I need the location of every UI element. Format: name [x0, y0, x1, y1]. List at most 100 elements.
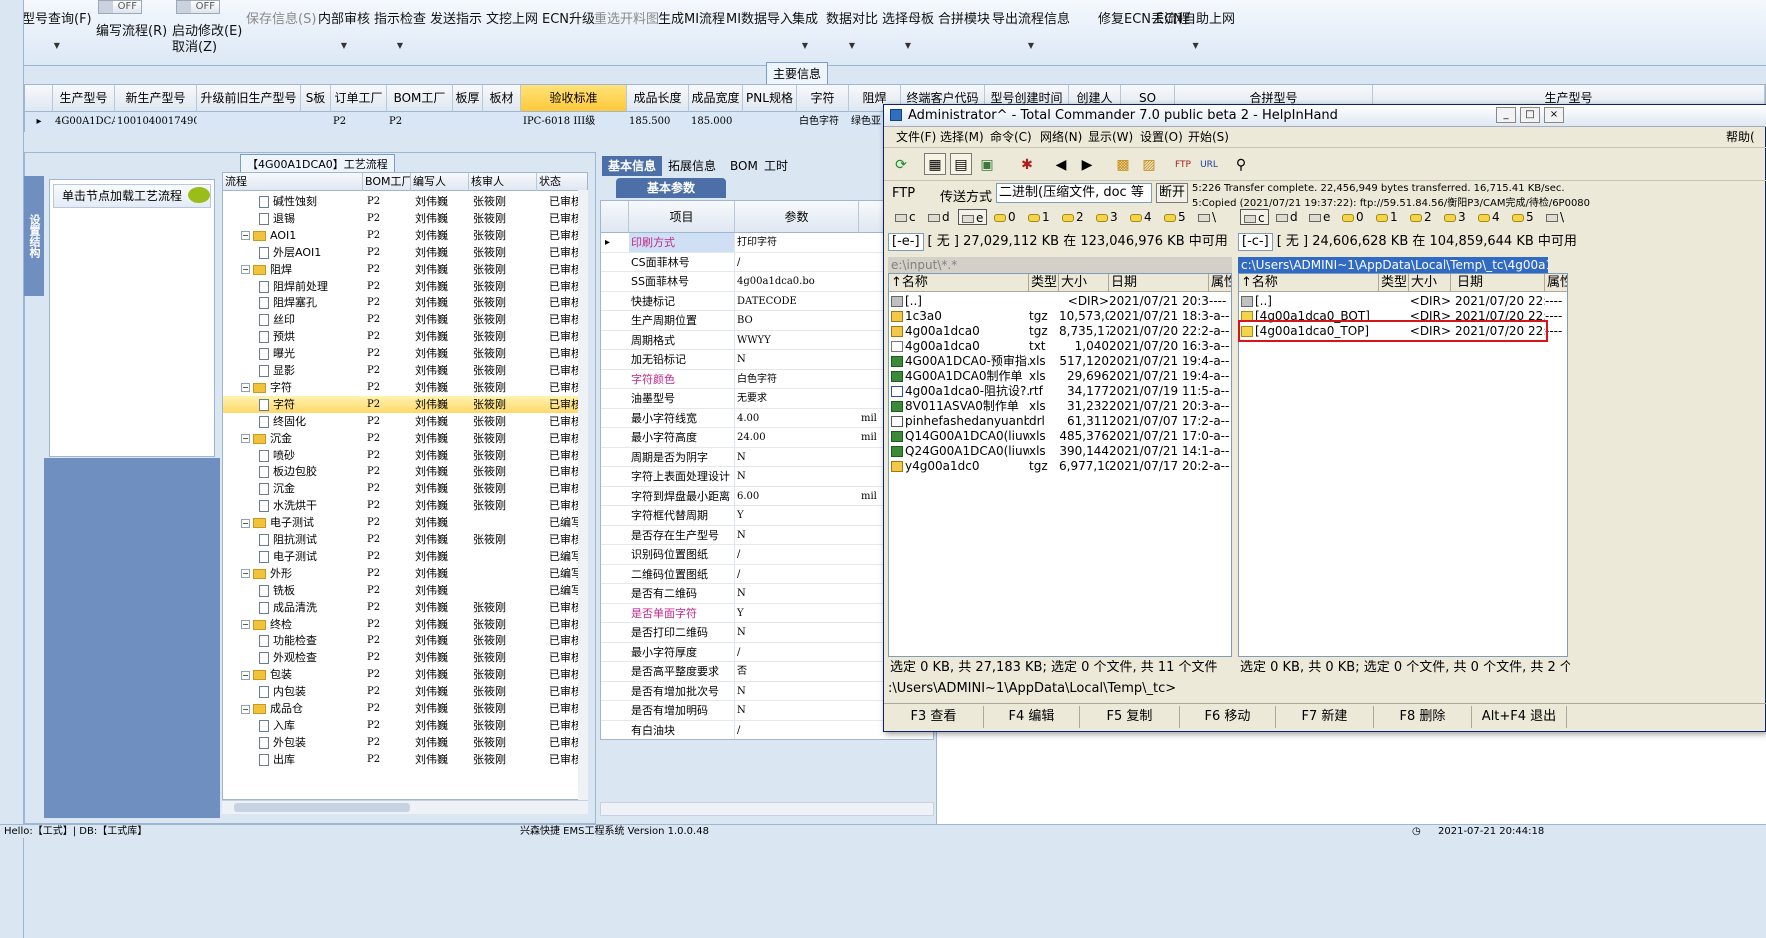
collapse-toggle-icon[interactable]: − [241, 620, 250, 629]
tree-row[interactable]: 水洗烘干 P2 刘伟巍 张筱刚 已审核 [223, 497, 587, 514]
param-value[interactable]: 打印字符 [735, 233, 859, 252]
minimize-button[interactable]: _ [1496, 107, 1516, 123]
disconnect-button[interactable]: 断开 [1156, 183, 1188, 203]
file-row[interactable]: pinhefashedanyuanba..drl 61,3112021/07/07… [889, 414, 1231, 429]
menu-help[interactable]: 帮助( [1726, 127, 1755, 147]
tree-row[interactable]: 成品清洗 P2 刘伟巍 张筱刚 已审核 [223, 599, 587, 616]
file-row[interactable]: [..] <DIR> 2021/07/21 20:32 ---- [889, 294, 1231, 309]
column-header[interactable]: 生产型号 [53, 85, 115, 112]
param-value[interactable]: / [735, 565, 859, 584]
tree-row[interactable]: 碱性蚀刻 P2 刘伟巍 张筱刚 已审核 [223, 193, 587, 210]
chat-bubble-icon[interactable] [188, 187, 210, 203]
tree-node[interactable]: 出库 [259, 751, 363, 768]
command-line[interactable]: :\Users\ADMINI~1\AppData\Local\Temp\_tc> [888, 679, 1763, 699]
param-value[interactable]: N [735, 526, 859, 545]
file-row[interactable]: 4g00a1dca0 tgz 8,735,1762021/07/20 22:28-a… [889, 324, 1231, 339]
drive-button[interactable]: d [1273, 209, 1301, 225]
param-value[interactable]: DATECODE [735, 292, 859, 311]
tree-node[interactable]: 阻抗测试 [259, 531, 363, 548]
file-row[interactable]: [..] <DIR> 2021/07/20 22:28---- [1239, 294, 1567, 309]
param-value[interactable]: N [735, 584, 859, 603]
tree-row[interactable]: 喷砂 P2 刘伟巍 张筱刚 已审核 [223, 447, 587, 464]
ribbon-button[interactable]: ECN自助上网 ▼ [1156, 8, 1235, 50]
param-value[interactable]: WWYY [735, 331, 859, 350]
ribbon-button[interactable]: 指示检查 ▼ [374, 8, 426, 50]
tree-row[interactable]: 板边包胶 P2 刘伟巍 张筱刚 已审核 [223, 463, 587, 480]
file-row[interactable]: 4G00A1DCA0-预审指.. xls 517,120 2021/07/21 19:… [889, 354, 1231, 369]
param-value[interactable]: BO [735, 311, 859, 330]
tree-node[interactable]: − 成品仓 [241, 700, 363, 717]
column-header[interactable]: 升级前旧生产型号 [197, 85, 301, 112]
tree-row[interactable]: 出库 P2 刘伟巍 张筱刚 已审核 [223, 751, 587, 768]
file-column-header[interactable]: 类型 [1029, 274, 1059, 292]
column-header[interactable]: 新生产型号 [115, 85, 197, 112]
tree-row[interactable]: 曝光 P2 刘伟巍 张筱刚 已审核 [223, 345, 587, 362]
tree-node[interactable]: 显影 [259, 362, 363, 379]
param-value[interactable]: 4.00 [735, 409, 859, 428]
tree-row[interactable]: 沉金 P2 刘伟巍 张筱刚 已审核 [223, 480, 587, 497]
param-value[interactable]: 6.00 [735, 487, 859, 506]
collapse-toggle-icon[interactable]: − [241, 569, 250, 579]
tree-row[interactable]: 终固化 P2 刘伟巍 张筱刚 已审核 [223, 413, 587, 430]
toggle-switch[interactable]: OFF [176, 0, 220, 14]
left-drive-select[interactable]: [-e-] [888, 233, 924, 251]
file-row[interactable]: Q14G00A1DCA0(liuwe..xls 485,3762021/07/21… [889, 429, 1231, 444]
ribbon-button[interactable]: MI数据导入 [726, 8, 793, 27]
param-value[interactable]: N [735, 467, 859, 486]
tree-vertical-scrollbar[interactable] [578, 190, 588, 800]
drive-button[interactable]: 4 [1475, 209, 1503, 225]
function-key-button[interactable]: F6 移动 [1180, 706, 1276, 728]
menu-item[interactable]: 网络(N) [1040, 127, 1082, 147]
tree-row[interactable]: 入库 P2 刘伟巍 张筱刚 已审核 [223, 717, 587, 734]
scroll-thumb[interactable] [234, 803, 410, 812]
tree-row[interactable]: − 阻焊 P2 刘伟巍 张筱刚 已审核 [223, 261, 587, 278]
file-row[interactable]: Q24G00A1DCA0(liuwe..xls 390,1442021/07/21… [889, 444, 1231, 459]
drive-button[interactable]: 2 [1407, 209, 1435, 225]
tree-node[interactable]: − 终检 [241, 616, 363, 633]
file-row[interactable]: 1c3a0 tgz 10,573,0532021/07/21 18:31-a-- [889, 309, 1231, 324]
file-column-header[interactable]: 日期 [1109, 274, 1209, 292]
ribbon-button[interactable]: 发送指示 [430, 8, 482, 27]
workflow-tree-grid[interactable]: 流程 BOM工厂 编写人 核审人 状态 碱性蚀刻 P2 刘伟巍 张筱刚 已审核 退锡 P2 刘伟巍 张筱… [222, 172, 588, 800]
drive-button[interactable]: c [892, 209, 919, 225]
file-column-header[interactable]: 日期 [1455, 274, 1545, 292]
tree-row[interactable]: 电子测试 P2 刘伟巍 已编写 [223, 548, 587, 565]
collapse-toggle-icon[interactable]: − [241, 704, 250, 714]
collapse-toggle-icon[interactable]: − [241, 670, 250, 680]
menu-item[interactable]: 显示(W) [1088, 127, 1133, 147]
drive-button[interactable]: c [1240, 209, 1269, 225]
tree-node[interactable]: − 电子测试 [241, 514, 363, 531]
ribbon-button[interactable]: 型号查询(F) ▼ [22, 8, 92, 50]
tree-row[interactable]: 字符 P2 刘伟巍 张筱刚 已审核 [223, 395, 587, 413]
grid-cell[interactable]: 4G00A1DCA0 [53, 112, 115, 132]
ribbon-button[interactable]: 保存信息(S) [246, 8, 316, 27]
tree-node[interactable]: 铣板 [259, 582, 363, 599]
column-header[interactable]: 字符 [797, 85, 849, 112]
column-header[interactable]: 板材 [483, 85, 521, 112]
tree-row[interactable]: − 包装 P2 刘伟巍 张筱刚 已审核 [223, 666, 587, 683]
param-value[interactable]: 4g00a1dca0.bo [735, 272, 859, 291]
grid-cell[interactable] [483, 112, 521, 132]
function-key-button[interactable]: Alt+F4 退出 [1472, 706, 1567, 728]
tree-node[interactable]: 预烘 [259, 328, 363, 345]
grid-cell[interactable] [197, 112, 301, 132]
param-column-header[interactable]: 项目 [629, 201, 735, 233]
tab-3[interactable]: 工时 [758, 156, 794, 176]
tree-row[interactable]: 显影 P2 刘伟巍 张筱刚 已审核 [223, 362, 587, 379]
tree-node[interactable]: − 阻焊 [241, 261, 363, 278]
grid-cell[interactable] [743, 112, 797, 132]
tab-1[interactable]: 拓展信息 [662, 156, 722, 176]
ribbon-button[interactable]: 合拼模块 [938, 8, 990, 27]
tree-node[interactable]: − 沉金 [241, 430, 363, 447]
grid-cell[interactable]: P2 [331, 112, 387, 132]
function-key-button[interactable]: F4 编辑 [984, 706, 1080, 728]
collapse-toggle-icon[interactable]: − [241, 518, 250, 528]
param-value[interactable]: 白色字符 [735, 370, 859, 389]
tree-node[interactable]: − AOI1 [241, 227, 363, 244]
tree-row[interactable]: − 沉金 P2 刘伟巍 张筱刚 已审核 [223, 430, 587, 447]
param-value[interactable]: Y [735, 604, 859, 623]
param-value[interactable]: N [735, 623, 859, 642]
left-file-list[interactable]: ↑名称类型大小日期属性[..]<DIR>2021/07/21 20:32----… [888, 273, 1232, 657]
collapse-toggle-icon[interactable]: − [241, 434, 250, 444]
tree-node[interactable]: 阻焊塞孔 [259, 294, 363, 311]
